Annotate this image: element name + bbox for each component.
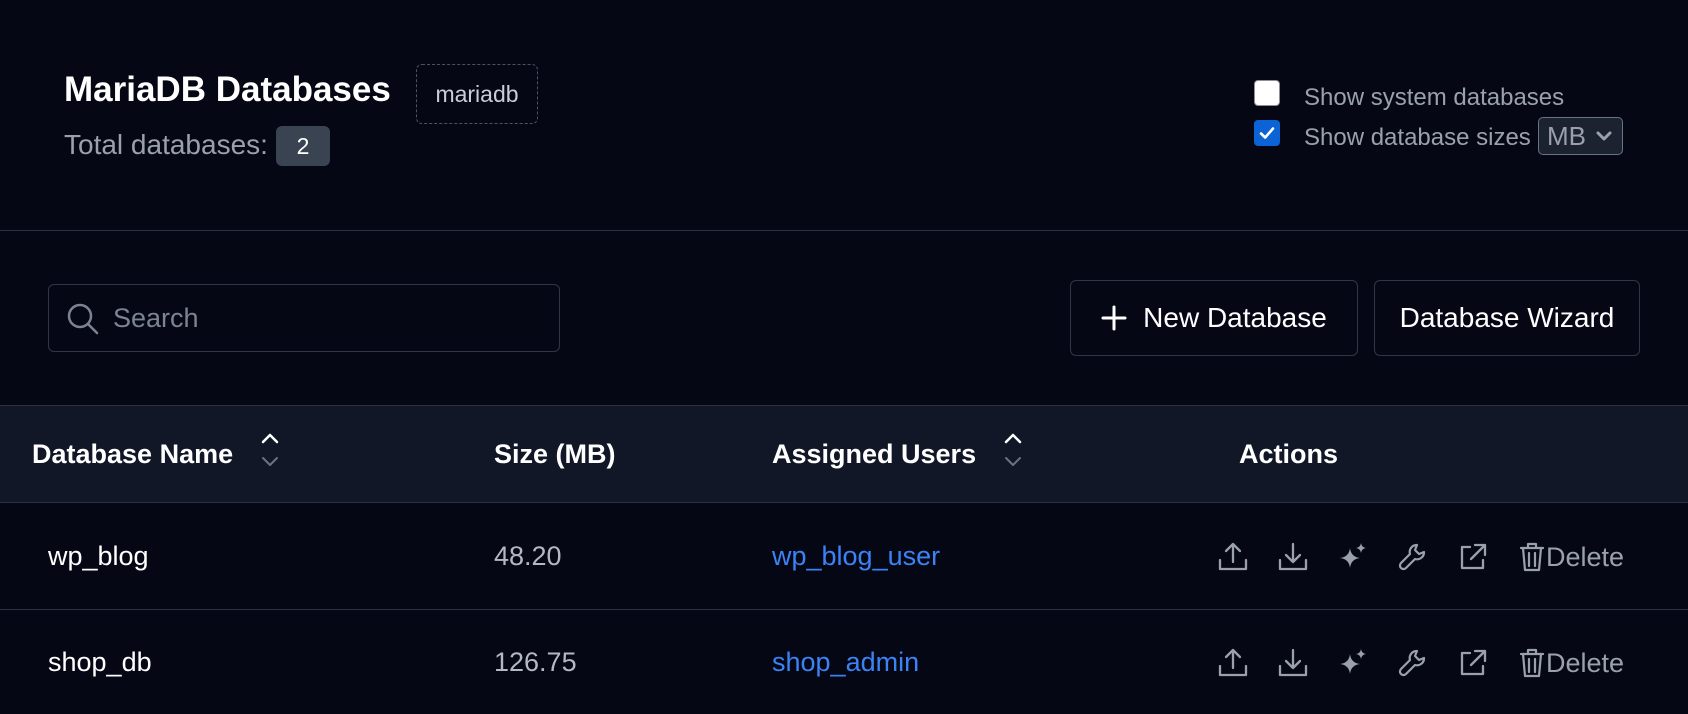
- database-wizard-button[interactable]: Database Wizard: [1374, 280, 1640, 356]
- size-unit-select[interactable]: MB: [1538, 117, 1623, 155]
- size-unit-value: MB: [1547, 120, 1586, 151]
- sort-icon[interactable]: [260, 430, 280, 474]
- upload-icon[interactable]: [1216, 646, 1250, 680]
- new-database-button[interactable]: New Database: [1070, 280, 1358, 356]
- column-header-size: Size (MB): [494, 439, 616, 469]
- delete-label: Delete: [1546, 647, 1625, 678]
- external-link-icon[interactable]: [1456, 540, 1490, 574]
- sort-icon[interactable]: [1003, 430, 1023, 474]
- show-database-sizes-checkbox[interactable]: [1254, 120, 1280, 146]
- database-size: 48.20: [494, 541, 562, 571]
- assigned-user-link[interactable]: wp_blog_user: [772, 541, 940, 572]
- wrench-icon[interactable]: [1396, 540, 1430, 574]
- table-header: Database Name Size (MB) Assigned Users A…: [0, 405, 1688, 503]
- show-system-databases-checkbox[interactable]: [1254, 80, 1280, 106]
- chevron-down-icon: [1596, 131, 1612, 141]
- download-icon[interactable]: [1276, 646, 1310, 680]
- page-title: MariaDB Databases: [64, 70, 391, 109]
- plus-icon: [1101, 305, 1127, 331]
- delete-button[interactable]: Delete: [1518, 646, 1624, 680]
- delete-button[interactable]: Delete: [1518, 540, 1624, 574]
- assigned-user-link[interactable]: shop_admin: [772, 647, 919, 678]
- column-header-assigned-users[interactable]: Assigned Users: [772, 439, 976, 470]
- database-size: 126.75: [494, 647, 577, 677]
- search-box[interactable]: [48, 284, 560, 352]
- total-databases-count: 2: [276, 126, 330, 166]
- download-icon[interactable]: [1276, 540, 1310, 574]
- sparkles-icon[interactable]: [1336, 646, 1370, 680]
- external-link-icon[interactable]: [1456, 646, 1490, 680]
- sparkles-icon[interactable]: [1336, 540, 1370, 574]
- upload-icon[interactable]: [1216, 540, 1250, 574]
- table-row: shop_db 126.75 shop_admin Delete: [0, 610, 1688, 714]
- page-header: MariaDB Databases mariadb Total database…: [0, 0, 1688, 231]
- search-icon: [67, 303, 99, 335]
- new-database-label: New Database: [1143, 302, 1327, 333]
- trash-icon: [1519, 542, 1545, 572]
- database-name: wp_blog: [48, 541, 149, 571]
- table-row: wp_blog 48.20 wp_blog_user Delete: [0, 504, 1688, 610]
- search-input[interactable]: [113, 297, 543, 339]
- engine-badge: mariadb: [416, 64, 538, 124]
- database-name: shop_db: [48, 647, 152, 677]
- trash-icon: [1519, 648, 1545, 678]
- delete-label: Delete: [1546, 541, 1625, 572]
- column-header-database-name[interactable]: Database Name: [32, 439, 233, 470]
- column-header-actions: Actions: [1239, 439, 1339, 469]
- total-databases-label: Total databases:: [64, 129, 268, 160]
- show-system-databases-label[interactable]: Show system databases: [1304, 84, 1564, 112]
- checkmark-icon: [1259, 127, 1275, 139]
- wrench-icon[interactable]: [1396, 646, 1430, 680]
- show-database-sizes-label[interactable]: Show database sizes: [1304, 124, 1531, 152]
